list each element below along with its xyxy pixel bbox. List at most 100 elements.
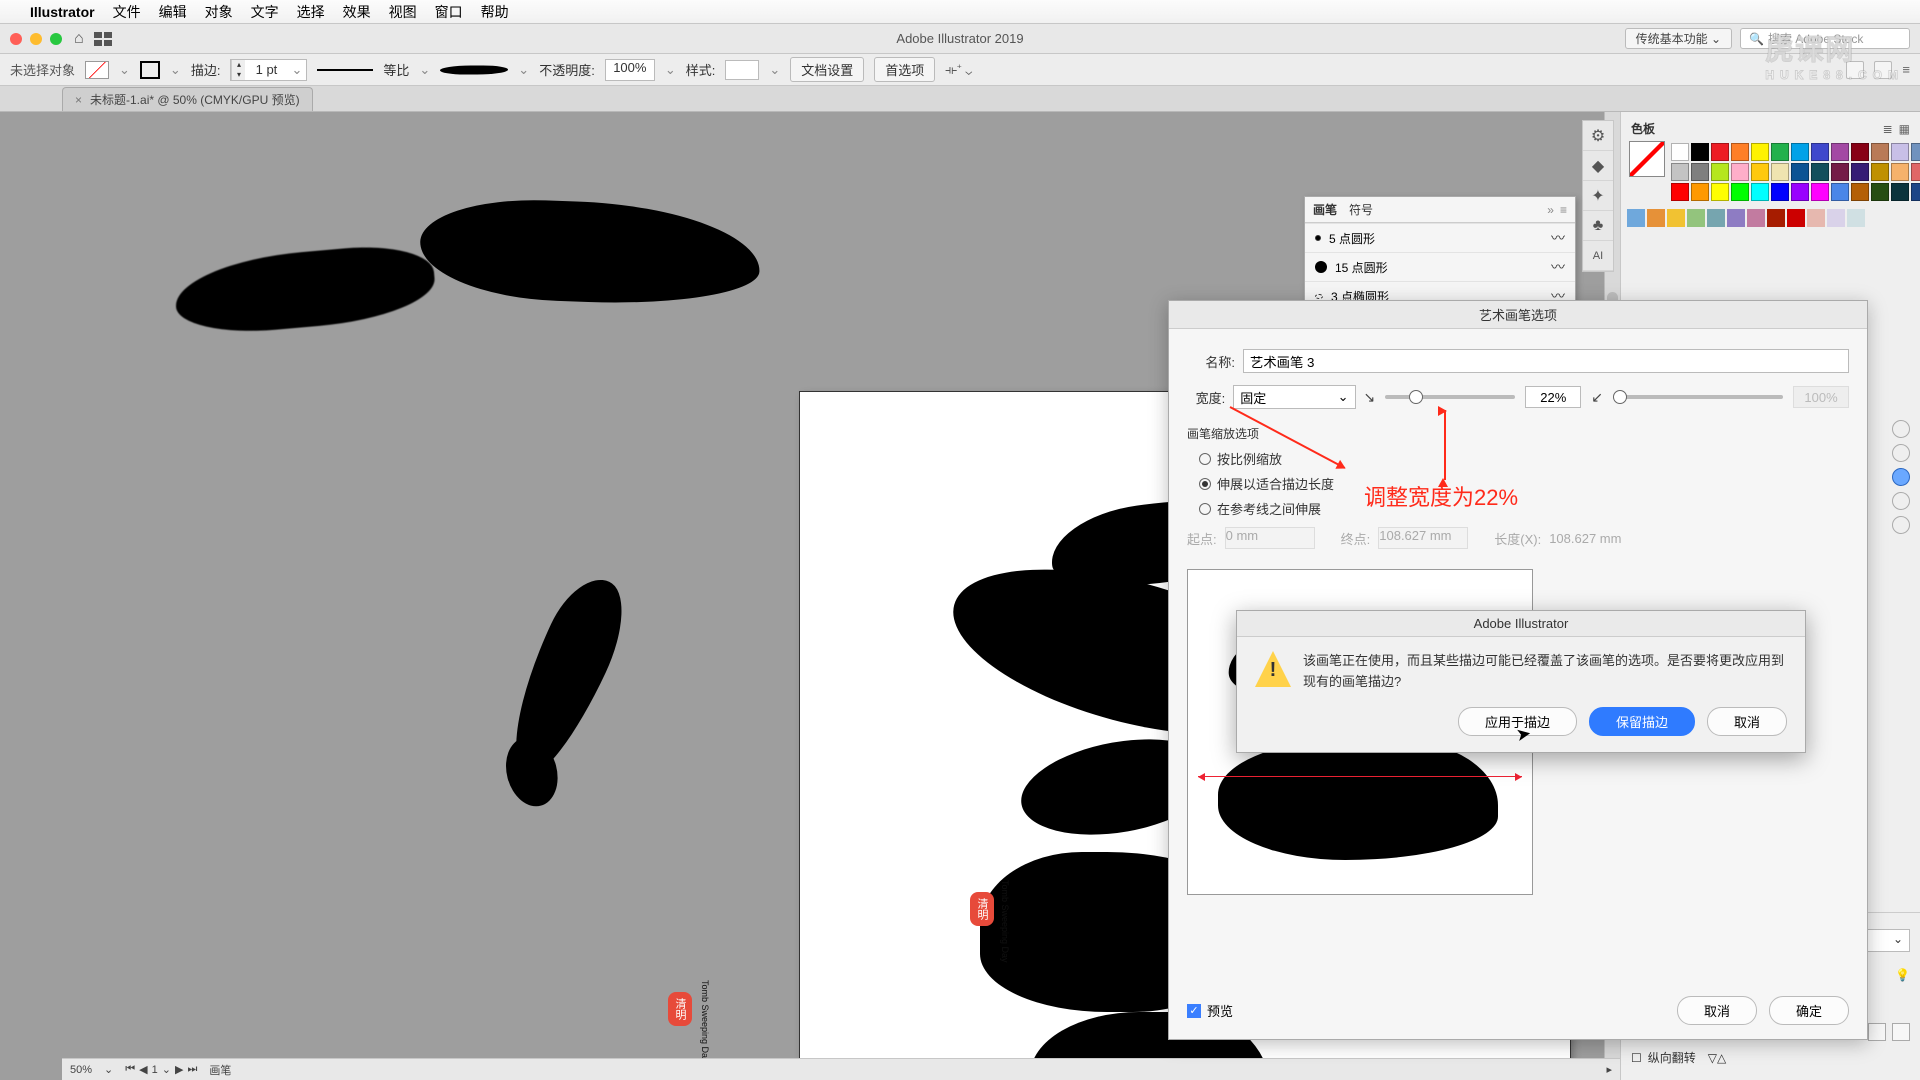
widget-dot[interactable] [1892, 420, 1910, 438]
symbols-tab[interactable]: 符号 [1349, 201, 1373, 218]
swatch[interactable] [1751, 183, 1769, 201]
stock-search[interactable]: 🔍搜索 Adobe Stock [1740, 28, 1910, 49]
swatch[interactable] [1851, 143, 1869, 161]
prefs-button[interactable]: 首选项 [874, 57, 935, 82]
swatch[interactable] [1671, 183, 1689, 201]
swatch[interactable] [1711, 143, 1729, 161]
swatch-grid-2[interactable] [1627, 205, 1914, 227]
swatch[interactable] [1647, 209, 1665, 227]
panel-menu-icon[interactable]: ≡ [1902, 62, 1910, 77]
close-window[interactable] [10, 33, 22, 45]
swatch[interactable] [1751, 163, 1769, 181]
stroke-weight-input[interactable]: ▴▾ 1 pt ⌄ [230, 59, 307, 81]
swatch[interactable] [1771, 163, 1789, 181]
fill-none-swatch[interactable] [85, 61, 109, 79]
swatch[interactable] [1871, 183, 1889, 201]
width-percent-input[interactable]: 22% [1525, 386, 1581, 408]
scale-radio-proportional[interactable]: 按比例缩放 [1187, 446, 1849, 471]
swatch[interactable] [1791, 183, 1809, 201]
panel-icon[interactable]: ♣ [1583, 211, 1613, 241]
swatch[interactable] [1707, 209, 1725, 227]
swatch[interactable] [1727, 209, 1745, 227]
none-swatch[interactable] [1629, 141, 1665, 177]
doc-setup-button[interactable]: 文档设置 [790, 57, 864, 82]
swatch[interactable] [1711, 163, 1729, 181]
profile-sample[interactable] [317, 64, 373, 76]
swatch[interactable] [1627, 209, 1645, 227]
widget-dot[interactable] [1892, 468, 1910, 486]
swatch[interactable] [1811, 183, 1829, 201]
swatch[interactable] [1771, 143, 1789, 161]
panel-menu-icon[interactable]: ≡ [1560, 203, 1567, 217]
swatch[interactable] [1691, 163, 1709, 181]
swatch[interactable] [1791, 143, 1809, 161]
stroke-swatch[interactable] [140, 61, 160, 79]
overlap-opt-2[interactable] [1892, 1023, 1910, 1041]
swatch[interactable] [1731, 143, 1749, 161]
zoom-level[interactable]: 50% [70, 1064, 92, 1076]
swatch[interactable] [1911, 183, 1920, 201]
swatch[interactable] [1811, 163, 1829, 181]
swatch[interactable] [1671, 163, 1689, 181]
align-icon[interactable]: ⟛⁺ ⌄ [945, 62, 972, 78]
swatch[interactable] [1691, 143, 1709, 161]
flip-v-checkbox[interactable]: ☐ [1631, 1051, 1642, 1065]
document-tab[interactable]: × 未标题-1.ai* @ 50% (CMYK/GPU 预览) [62, 87, 313, 111]
menu-window[interactable]: 窗口 [435, 2, 463, 22]
preview-checkbox[interactable]: ✓ [1187, 1004, 1201, 1018]
workspace-switcher[interactable]: 传统基本功能 ⌄ [1625, 28, 1732, 49]
menu-effect[interactable]: 效果 [343, 2, 371, 22]
swatch[interactable] [1827, 209, 1845, 227]
collapse-icon[interactable]: » [1547, 203, 1554, 217]
swatch[interactable] [1891, 143, 1909, 161]
menu-select[interactable]: 选择 [297, 2, 325, 22]
menu-file[interactable]: 文件 [113, 2, 141, 22]
swatch[interactable] [1807, 209, 1825, 227]
swatch[interactable] [1851, 183, 1869, 201]
brushes-tab[interactable]: 画笔 [1313, 201, 1337, 218]
panel-icon[interactable]: ◆ [1583, 151, 1613, 181]
swatch[interactable] [1767, 209, 1785, 227]
panel-icon[interactable]: ✦ [1583, 181, 1613, 211]
close-tab-icon[interactable]: × [75, 93, 82, 107]
swatch[interactable] [1691, 183, 1709, 201]
arrange-icon[interactable] [94, 32, 112, 46]
brush-item[interactable]: 15 点圆形〰 [1305, 252, 1575, 281]
isolate-icon[interactable] [1874, 61, 1892, 79]
swatch[interactable] [1811, 143, 1829, 161]
brush-sample[interactable] [440, 65, 508, 74]
maximize-window[interactable] [50, 33, 62, 45]
swatch[interactable] [1711, 183, 1729, 201]
style-swatch[interactable] [725, 60, 759, 80]
home-icon[interactable]: ⌂ [74, 30, 84, 48]
swatch[interactable] [1831, 143, 1849, 161]
brush-name-input[interactable] [1243, 349, 1849, 373]
swatch[interactable] [1847, 209, 1865, 227]
grid-view-icon[interactable]: ▦ [1899, 122, 1910, 136]
swatch[interactable] [1911, 163, 1920, 181]
minimize-window[interactable] [30, 33, 42, 45]
menu-edit[interactable]: 编辑 [159, 2, 187, 22]
swatch[interactable] [1891, 183, 1909, 201]
swatch-grid[interactable] [1671, 139, 1914, 205]
swatches-tab[interactable]: 色板 [1631, 120, 1655, 137]
swatch[interactable] [1831, 183, 1849, 201]
brush-item[interactable]: 5 点圆形〰 [1305, 223, 1575, 252]
variation-slider[interactable] [1613, 395, 1783, 399]
swatch[interactable] [1687, 209, 1705, 227]
menu-object[interactable]: 对象 [205, 2, 233, 22]
swatch[interactable] [1731, 163, 1749, 181]
swatch[interactable] [1751, 143, 1769, 161]
widget-dot[interactable] [1892, 492, 1910, 510]
panel-icon[interactable]: ⚙ [1583, 121, 1613, 151]
swatch[interactable] [1771, 183, 1789, 201]
widget-dot[interactable] [1892, 444, 1910, 462]
alert-cancel-button[interactable]: 取消 [1707, 707, 1787, 736]
leave-strokes-button[interactable]: 保留描边 [1589, 707, 1695, 736]
transform-icon[interactable] [1846, 61, 1864, 79]
width-mode-select[interactable]: 固定⌄ [1233, 385, 1355, 409]
swatch[interactable] [1871, 143, 1889, 161]
panel-icon[interactable]: AI [1583, 241, 1613, 271]
opacity-input[interactable]: 100% [605, 59, 655, 81]
swatch[interactable] [1851, 163, 1869, 181]
